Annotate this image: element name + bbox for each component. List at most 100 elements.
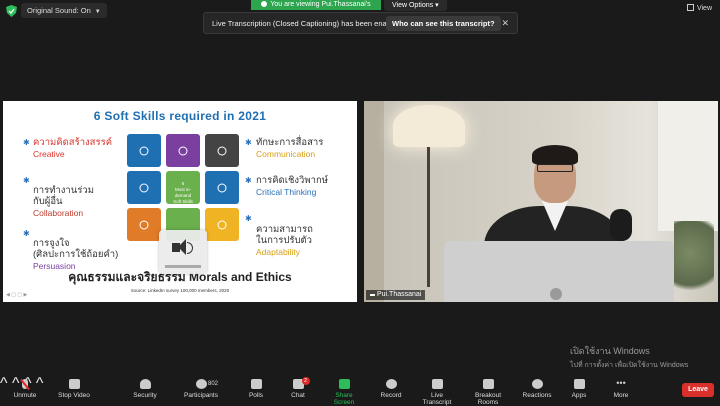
live-transcript-button[interactable]: Live Transcript	[417, 379, 457, 406]
lamp-pole	[427, 147, 430, 287]
reactions-button[interactable]: Reactions	[522, 379, 552, 399]
share-screen-label: Share Screen	[333, 392, 355, 406]
chat-button[interactable]: 2 Chat	[286, 377, 310, 399]
signal-icon	[370, 291, 375, 296]
skill-communication: ทักษะการสื่อสาร Communication	[256, 137, 323, 160]
search-icon	[217, 220, 227, 229]
microphone	[610, 209, 632, 241]
skill-collaboration: การทำงานร่วม กับผู้อื่น Collaboration	[33, 174, 123, 230]
skill-adapt-en: Adaptability	[256, 247, 300, 257]
record-button[interactable]: Record	[379, 379, 403, 399]
slide-source: Source: LinkedIn survey 100,000 members,…	[130, 288, 230, 293]
stop-video-button[interactable]: Stop Video	[56, 379, 92, 399]
skill-persuasion-th: การจูงใจ (ศิลปะการใช้ถ้อยคำ)	[33, 238, 119, 260]
transcript-notification: Live Transcription (Closed Captioning) h…	[203, 12, 518, 34]
person-glasses	[537, 164, 573, 172]
speaker-cone	[178, 239, 186, 255]
volume-bar	[165, 265, 201, 268]
skill-creative-th: ความคิดสร้างสรรค์	[33, 137, 113, 148]
speaker-icon	[159, 230, 207, 274]
leave-button[interactable]: Leave	[682, 383, 714, 397]
sound-wave	[187, 242, 193, 254]
record-icon	[385, 379, 397, 389]
participants-label: Participants	[184, 392, 218, 399]
activate-line1: เปิดใช้งาน Windows	[570, 346, 650, 356]
shield-icon	[139, 379, 151, 389]
original-sound-button[interactable]: Original Sound: On ▼	[21, 3, 107, 18]
apps-button[interactable]: Apps	[570, 379, 588, 399]
puzzle-piece	[127, 134, 161, 167]
puzzle-piece	[205, 171, 239, 204]
apple-logo-icon	[550, 288, 562, 300]
polls-button[interactable]: Polls	[243, 379, 269, 399]
skill-creative: ความคิดสร้างสรรค์ Creative	[33, 137, 112, 160]
grid-icon	[686, 4, 694, 11]
skill-collab-en: Collaboration	[33, 208, 84, 218]
apps-label: Apps	[571, 392, 587, 399]
people-icon	[195, 379, 207, 389]
breakout-rooms-label: Breakout Rooms	[474, 392, 502, 406]
hand-icon	[217, 183, 227, 192]
security-label: Security	[133, 392, 157, 399]
chat-icon	[178, 146, 188, 155]
bullet-star-icon: ✱	[245, 138, 252, 147]
bullet-star-icon: ✱	[23, 229, 30, 238]
shield-icon[interactable]	[6, 5, 17, 17]
skill-collab-th: การทำงานร่วม กับผู้อื่น	[33, 185, 94, 207]
unmute-button[interactable]: Unmute	[10, 378, 40, 399]
view-button[interactable]: View	[686, 4, 712, 12]
more-button[interactable]: ••• More	[612, 378, 630, 400]
chevron-up-icon[interactable]: ^	[0, 375, 8, 392]
skill-critical-en: Critical Thinking	[256, 187, 317, 197]
puzzle-piece	[166, 134, 200, 167]
bullet-star-icon: ✱	[23, 176, 30, 185]
viewing-screen-banner: You are viewing Pui.Thassanai's screen	[251, 0, 381, 18]
center-label: 6 Most in-demand Soft Skills	[173, 181, 193, 204]
screen-share-icon	[261, 1, 268, 7]
skill-critical-th: การคิดเชิงวิพากษ์	[256, 175, 328, 186]
puzzle-piece	[127, 208, 161, 241]
person-hair	[532, 145, 578, 165]
apps-icon	[573, 379, 585, 389]
chevron-down-icon: ▼	[94, 9, 101, 15]
close-icon[interactable]: ✕	[501, 18, 509, 29]
polls-label: Polls	[248, 392, 264, 399]
original-sound-label: Original Sound: On	[27, 6, 91, 15]
breakout-rooms-button[interactable]: Breakout Rooms	[465, 379, 511, 406]
lamp-shade	[393, 105, 465, 147]
puzzle-center-piece: 6 Most in-demand Soft Skills	[166, 171, 200, 204]
ellipsis-icon: •••	[616, 378, 626, 388]
tools-icon	[139, 183, 149, 192]
bulb-icon	[139, 146, 149, 155]
puzzle-piece	[127, 171, 161, 204]
bullet-star-icon: ✱	[245, 176, 252, 185]
live-transcript-label: Live Transcript	[422, 392, 452, 406]
who-can-see-transcript-button[interactable]: Who can see this transcript?	[386, 16, 501, 31]
security-button[interactable]: Security	[130, 379, 160, 399]
view-options-button[interactable]: View Options ▾	[384, 0, 447, 11]
chat-label: Chat	[291, 392, 305, 399]
slide-nav-controls[interactable]: ◀ ▢ ▢ ▶	[6, 292, 27, 298]
share-screen-button[interactable]: Share Screen	[325, 379, 363, 406]
skill-adapt-th: ความสามารถ ในการปรับตัว	[256, 224, 313, 246]
meeting-toolbar: Unmute ^ Stop Video ^ Security Participa…	[0, 375, 720, 406]
bullet-star-icon: ✱	[245, 214, 252, 223]
view-label: View	[696, 5, 712, 12]
puzzle-piece	[205, 208, 239, 241]
activate-windows-watermark: เปิดใช้งาน Windows ไปที่ การตั้งค่า เพื่…	[570, 344, 688, 371]
video-plant	[674, 221, 714, 301]
copy-icon	[217, 146, 227, 155]
video-window	[658, 101, 718, 231]
puzzle-graphic: 6 Most in-demand Soft Skills	[127, 134, 239, 241]
chevron-down-icon: ▾	[435, 2, 439, 9]
transcript-message: Live Transcription (Closed Captioning) h…	[212, 19, 401, 28]
participants-count: 802	[208, 381, 219, 387]
share-screen-icon	[338, 379, 350, 389]
participant-name: Pui.Thassanai	[377, 291, 422, 298]
bullet-star-icon: ✱	[23, 138, 30, 147]
cc-icon	[431, 379, 443, 389]
participant-video[interactable]: Pui.Thassanai	[364, 101, 718, 302]
skill-communication-th: ทักษะการสื่อสาร	[256, 137, 324, 148]
reactions-label: Reactions	[522, 392, 552, 399]
shared-screen: 6 Soft Skills required in 2021 ✱ ความคิด…	[3, 101, 357, 302]
